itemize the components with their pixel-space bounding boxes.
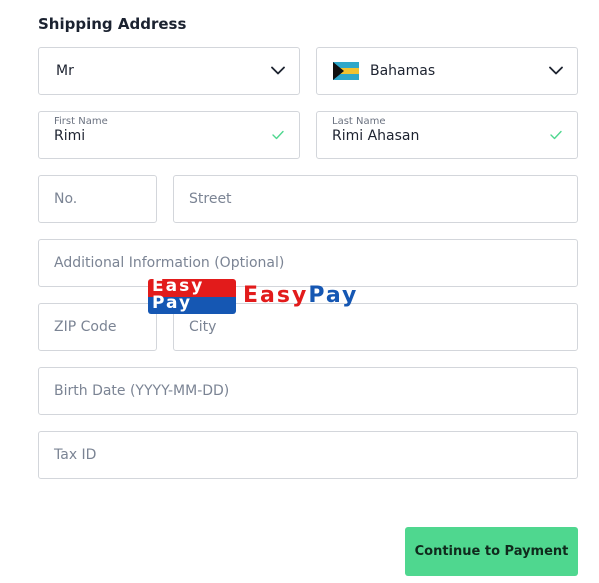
house-number-placeholder: No. <box>54 191 78 207</box>
salutation-value: Mr <box>56 63 74 79</box>
easypay-wordmark: EasyPay <box>243 283 358 308</box>
checkmark-icon <box>550 130 562 140</box>
last-name-field[interactable]: Last Name Rimi Ahasan <box>316 111 578 159</box>
chevron-down-icon <box>549 66 563 75</box>
salutation-select[interactable]: Mr <box>38 47 300 95</box>
easypay-watermark-logo: Easy Pay EasyPay <box>148 279 440 314</box>
birth-date-placeholder: Birth Date (YYYY-MM-DD) <box>54 383 230 399</box>
tax-id-field[interactable]: Tax ID <box>38 431 578 479</box>
birth-date-field[interactable]: Birth Date (YYYY-MM-DD) <box>38 367 578 415</box>
country-select[interactable]: Bahamas <box>316 47 578 95</box>
bahamas-flag-icon <box>333 62 359 80</box>
easypay-badge-word-pay: Pay <box>152 293 193 313</box>
street-field[interactable]: Street <box>173 175 578 223</box>
zip-code-field[interactable]: ZIP Code <box>38 303 157 351</box>
house-number-field[interactable]: No. <box>38 175 157 223</box>
continue-to-payment-button[interactable]: Continue to Payment <box>405 527 578 576</box>
last-name-value: Rimi Ahasan <box>332 128 420 144</box>
zip-code-placeholder: ZIP Code <box>54 319 117 335</box>
last-name-label: Last Name <box>332 116 386 127</box>
city-placeholder: City <box>189 319 217 335</box>
first-name-label: First Name <box>54 116 108 127</box>
additional-information-placeholder: Additional Information (Optional) <box>54 255 285 271</box>
tax-id-placeholder: Tax ID <box>54 447 97 463</box>
chevron-down-icon <box>271 66 285 75</box>
form-title: Shipping Address <box>38 15 187 33</box>
checkmark-icon <box>272 130 284 140</box>
easypay-wordmark-pay: Pay <box>308 283 359 308</box>
easypay-wordmark-easy: Easy <box>243 283 309 308</box>
country-value: Bahamas <box>370 63 436 79</box>
easypay-badge: Easy Pay <box>148 279 236 314</box>
street-placeholder: Street <box>189 191 232 207</box>
first-name-value: Rimi <box>54 128 86 144</box>
first-name-field[interactable]: First Name Rimi <box>38 111 300 159</box>
